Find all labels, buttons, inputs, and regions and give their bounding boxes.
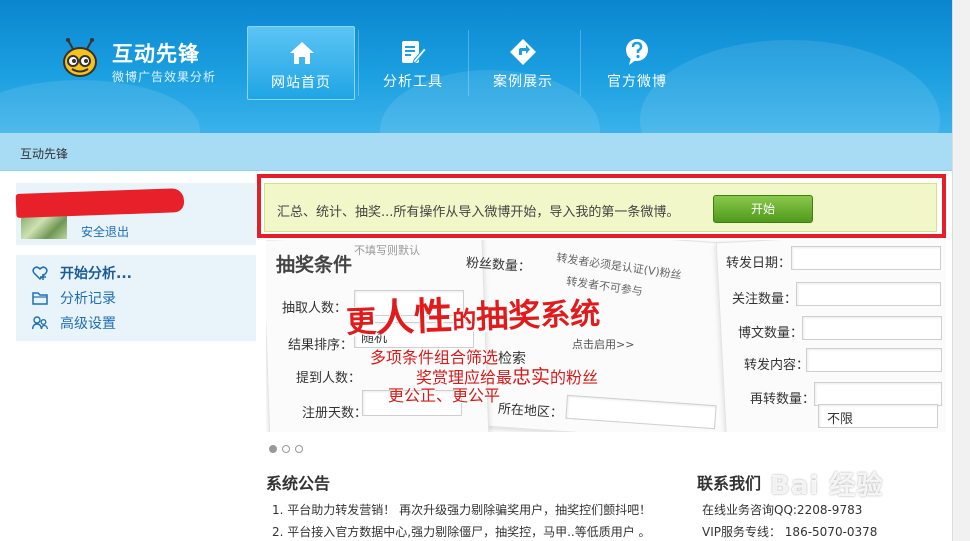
sidebar-item-label: 分析记录 <box>60 291 116 307</box>
nav-home[interactable]: 网站首页 <box>247 26 355 100</box>
repost-count-box <box>814 382 942 406</box>
carousel-dot[interactable] <box>269 445 277 453</box>
label-posts: 博文数量： <box>738 326 804 341</box>
contact-phone: VIP服务专线： 186-5070-0378 <box>702 525 878 539</box>
banner-title: 抽奖条件 <box>276 254 353 276</box>
carousel-dots <box>269 445 309 457</box>
nav-tools[interactable]: 分析工具 <box>359 26 467 100</box>
carousel-dot[interactable] <box>295 445 303 453</box>
contact-title: 联系我们 <box>697 474 762 493</box>
home-icon <box>290 42 314 64</box>
contact-qq: 在线业务咨询QQ:2208-9783 <box>702 503 863 517</box>
nav-cases[interactable]: 案例展示 <box>469 26 577 100</box>
start-button[interactable]: 开始 <box>713 195 813 223</box>
nav-label: 分析工具 <box>383 74 443 90</box>
site-logo[interactable]: 互动先锋 微博广告效果分析 <box>58 34 258 90</box>
announcement-item[interactable]: 1. 平台助力转发营销！ 再次升级强力剔除骗奖用户，抽奖控们颤抖吧！ <box>272 501 651 518</box>
sidebar-menu: 开始分析... 分析记录 高级设置 <box>16 255 256 341</box>
users-icon <box>32 316 48 330</box>
banner-hint: 不填写则默认 <box>354 244 420 257</box>
diamond-arrow-icon <box>510 39 536 65</box>
label-mention: 提到人数： <box>296 371 362 386</box>
nav-divider <box>580 30 581 96</box>
sub-slogan-text: 的粉丝 <box>550 368 599 387</box>
nav-label: 网站首页 <box>271 75 331 91</box>
brand-title: 互动先锋 <box>112 42 200 66</box>
follows-box <box>796 282 941 306</box>
posts-box <box>802 316 942 340</box>
label-repost-content: 转发内容： <box>744 358 810 373</box>
slogan-emphasis: 人性 <box>375 293 453 341</box>
site-header: 互动先锋 微博广告效果分析 网站首页 分析工具 案例展示 官方微博 <box>0 0 952 133</box>
label-repost-date: 转发日期： <box>726 256 792 271</box>
banner-slogan: 更人性的抽奖系统 <box>345 280 601 344</box>
heart-plus-icon <box>32 266 48 281</box>
promo-banner[interactable]: 抽奖条件 不填写则默认 抽取人数： 结果排序： 随机 提到人数： 注册天数： 粉… <box>266 240 946 432</box>
edit-doc-icon <box>402 41 427 64</box>
carousel-dot[interactable] <box>282 445 290 453</box>
bee-logo-icon <box>63 38 97 77</box>
repost-content-box <box>806 348 942 372</box>
import-notice: 汇总、统计、抽奖...所有操作从导入微博开始，导入我的第一条微博。 开始 <box>264 183 937 232</box>
sidebar-item-label: 高级设置 <box>60 316 116 332</box>
notice-text: 汇总、统计、抽奖...所有操作从导入微博开始，导入我的第一条微博。 <box>277 205 680 220</box>
breadcrumb[interactable]: 互动先锋 <box>20 145 68 162</box>
label-follows: 关注数量： <box>732 292 798 307</box>
announcements-title: 系统公告 <box>266 474 331 493</box>
nav-label: 案例展示 <box>493 74 553 90</box>
label-reg-days: 注册天数： <box>302 406 368 421</box>
repost-date-box <box>791 246 941 270</box>
folder-icon <box>32 292 48 305</box>
logout-link[interactable]: 安全退出 <box>81 223 129 240</box>
slogan-part: 系统 <box>539 296 601 334</box>
announcement-item[interactable]: 2. 平台接入官方数据中心,强力剔除僵尸，抽奖控，马甲..等低质用户 。 <box>272 523 651 540</box>
sub-slogan-emphasis: 忠实 <box>512 366 551 388</box>
baidu-jingyan-watermark: Bai 经验 <box>770 471 884 501</box>
slogan-part: 更 <box>345 304 377 341</box>
label-draw-count: 抽取人数： <box>282 301 348 316</box>
banner-sub-slogan: 更公正、更公平 <box>388 386 501 405</box>
slogan-emphasis: 抽奖 <box>475 295 541 336</box>
slogan-part: 的 <box>451 305 477 335</box>
unlimited-select: 不限 <box>818 404 938 428</box>
label-repost-count: 再转数量： <box>750 392 816 407</box>
redacted-username <box>15 188 185 218</box>
sidebar-item-label: 开始分析... <box>60 266 132 282</box>
question-bubble-icon <box>626 39 648 65</box>
brand-subtitle: 微博广告效果分析 <box>112 70 217 84</box>
nav-label: 官方微博 <box>607 74 667 90</box>
nav-weibo[interactable]: 官方微博 <box>583 26 691 100</box>
breadcrumb-bar: 互动先锋 <box>0 133 952 171</box>
label-sort: 结果排序： <box>288 338 354 353</box>
scrollbar[interactable] <box>952 0 970 541</box>
click-enable-link: 点击启用>> <box>572 338 635 351</box>
user-panel: 安全退出 <box>15 183 256 245</box>
